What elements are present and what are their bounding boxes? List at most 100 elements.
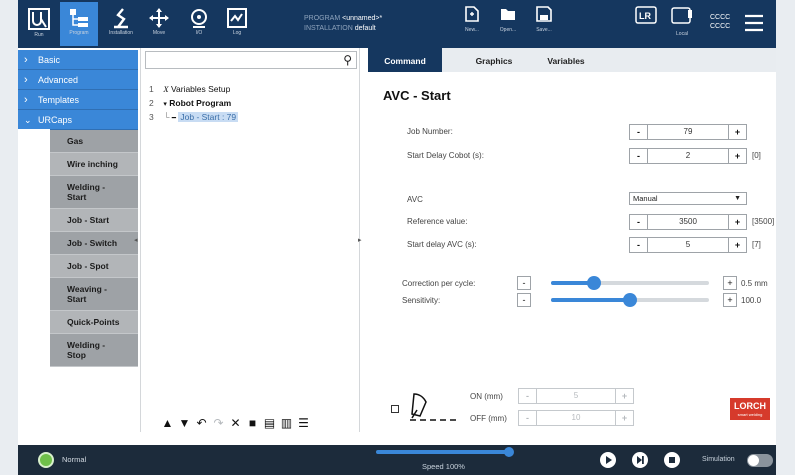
increment-button[interactable]: +	[728, 149, 746, 163]
tab-command[interactable]: Command	[368, 48, 442, 72]
stitching-checkbox[interactable]	[391, 405, 399, 413]
sensitivity-increment-button[interactable]: +	[723, 293, 737, 307]
toggle-knob	[748, 455, 759, 466]
tab-command-label: Command	[384, 56, 426, 66]
sensitivity-decrement-button[interactable]: -	[517, 293, 531, 307]
correction-increment-button[interactable]: +	[723, 276, 737, 290]
start-delay-value[interactable]: 2	[648, 149, 728, 163]
tree-row[interactable]: 1 X Variables Setup	[149, 84, 230, 94]
teach-pendant-icon	[671, 7, 692, 24]
avc-delay-stepper[interactable]: - 5 +	[629, 237, 747, 253]
decrement-button[interactable]: -	[519, 389, 537, 403]
program-tab[interactable]: Program	[60, 2, 98, 46]
urcap-item-label: Welding - Start	[67, 182, 106, 202]
urcap-item-wire-inching[interactable]: Wire inching	[50, 153, 138, 176]
urcap-item-quick-points[interactable]: Quick-Points	[50, 311, 138, 334]
io-tab[interactable]: I/O	[180, 2, 218, 46]
reference-value-stepper[interactable]: - 3500 +	[629, 214, 747, 230]
increment-button[interactable]: +	[615, 389, 633, 403]
search-icon[interactable]: ⚲	[343, 53, 352, 67]
hamburger-menu-button[interactable]	[744, 14, 764, 37]
paste-icon[interactable]: ▤	[263, 417, 276, 430]
start-delay-stepper[interactable]: - 2 +	[629, 148, 747, 164]
category-advanced[interactable]: › Advanced	[18, 70, 138, 90]
urcap-item-job-start[interactable]: Job - Start	[50, 209, 138, 232]
category-basic[interactable]: › Basic	[18, 50, 138, 70]
decrement-button[interactable]: -	[630, 238, 648, 252]
logo-ur: Run	[20, 2, 58, 46]
tree-toolbar: ▲ ▼ ↶ ↷ ✕ ■ ▤ ▥ ☰	[161, 414, 314, 430]
open-button[interactable]: Open...	[492, 6, 524, 44]
play-button[interactable]	[600, 452, 616, 468]
reference-value[interactable]: 3500	[648, 215, 728, 229]
speed-text: Speed 100%	[422, 462, 465, 471]
move-up-icon[interactable]: ▲	[161, 417, 174, 430]
redo-icon[interactable]: ↷	[212, 417, 225, 430]
move-tab[interactable]: Move	[140, 2, 178, 46]
decrement-button[interactable]: -	[630, 149, 648, 163]
lorch-urcap-button[interactable]: LR	[630, 6, 662, 44]
slider-knob[interactable]	[586, 276, 601, 290]
urcap-item-gas[interactable]: Gas	[50, 130, 138, 153]
stitch-off-stepper[interactable]: - 10 +	[518, 410, 634, 426]
save-button[interactable]: Save...	[528, 6, 560, 44]
collapse-right-icon[interactable]: ▸	[358, 236, 362, 244]
welding-torch-icon	[404, 390, 458, 431]
increment-button[interactable]: +	[728, 125, 746, 139]
tab-graphics[interactable]: Graphics	[464, 48, 524, 72]
increment-button[interactable]: +	[728, 215, 746, 229]
sensitivity-slider[interactable]	[551, 293, 709, 307]
category-templates[interactable]: › Templates	[18, 90, 138, 110]
tree-row[interactable]: 2 ▾ Robot Program	[149, 98, 231, 108]
delete-icon[interactable]: ▥	[280, 417, 293, 430]
reference-default: [3500]	[752, 217, 775, 226]
local-button[interactable]: Local	[666, 6, 698, 44]
decrement-button[interactable]: -	[630, 125, 648, 139]
speed-slider[interactable]	[376, 450, 510, 454]
step-icon	[637, 456, 644, 464]
tree-row-selected[interactable]: 3 └ ━ Job - Start : 79	[149, 112, 239, 122]
search-input[interactable]: ⚲	[145, 51, 357, 69]
installation-icon	[114, 8, 128, 29]
slider-knob[interactable]	[623, 293, 637, 307]
urcap-item-job-switch[interactable]: Job - Switch	[50, 232, 138, 255]
speed-slider-knob[interactable]	[504, 447, 514, 457]
stitch-on-value[interactable]: 5	[537, 389, 615, 403]
copy-icon[interactable]: ■	[246, 417, 259, 430]
increment-button[interactable]: +	[728, 238, 746, 252]
step-button[interactable]	[632, 452, 648, 468]
robot-status-indicator[interactable]	[38, 452, 54, 468]
stop-button[interactable]	[664, 452, 680, 468]
start-delay-default: [0]	[752, 151, 761, 160]
avc-mode-select[interactable]: Manual ▼	[629, 192, 747, 205]
collapse-left-icon[interactable]: ◂	[134, 236, 138, 244]
suppress-icon[interactable]: ☰	[297, 417, 310, 430]
decrement-button[interactable]: -	[630, 215, 648, 229]
decrement-button[interactable]: -	[519, 411, 537, 425]
undo-icon[interactable]: ↶	[195, 417, 208, 430]
start-delay-label: Start Delay Cobot (s):	[407, 151, 484, 160]
new-button[interactable]: New...	[456, 6, 488, 44]
correction-decrement-button[interactable]: -	[517, 276, 531, 290]
cut-icon[interactable]: ✕	[229, 417, 242, 430]
avc-delay-value[interactable]: 5	[648, 238, 728, 252]
tab-variables[interactable]: Variables	[536, 48, 596, 72]
urcap-item-welding-start[interactable]: Welding - Start	[50, 176, 138, 209]
urcap-item-welding-stop[interactable]: Welding - Stop	[50, 334, 138, 367]
category-urcaps[interactable]: ⌄ URCaps	[18, 110, 138, 130]
program-name: <unnamed>*	[342, 15, 383, 22]
urcap-item-job-spot[interactable]: Job - Spot	[50, 255, 138, 278]
job-number-stepper[interactable]: - 79 +	[629, 124, 747, 140]
sensitivity-label: Sensitivity:	[402, 296, 441, 305]
correction-slider[interactable]	[551, 276, 709, 290]
log-tab[interactable]: Log	[218, 2, 256, 46]
installation-tab[interactable]: Installation	[102, 2, 140, 46]
increment-button[interactable]: +	[615, 411, 633, 425]
job-number-value[interactable]: 79	[648, 125, 728, 139]
stitch-off-value[interactable]: 10	[537, 411, 615, 425]
urcap-item-weaving-start[interactable]: Weaving - Start	[50, 278, 138, 311]
simulation-toggle[interactable]	[747, 454, 773, 467]
move-icon	[149, 8, 169, 28]
move-down-icon[interactable]: ▼	[178, 417, 191, 430]
stitch-on-stepper[interactable]: - 5 +	[518, 388, 634, 404]
